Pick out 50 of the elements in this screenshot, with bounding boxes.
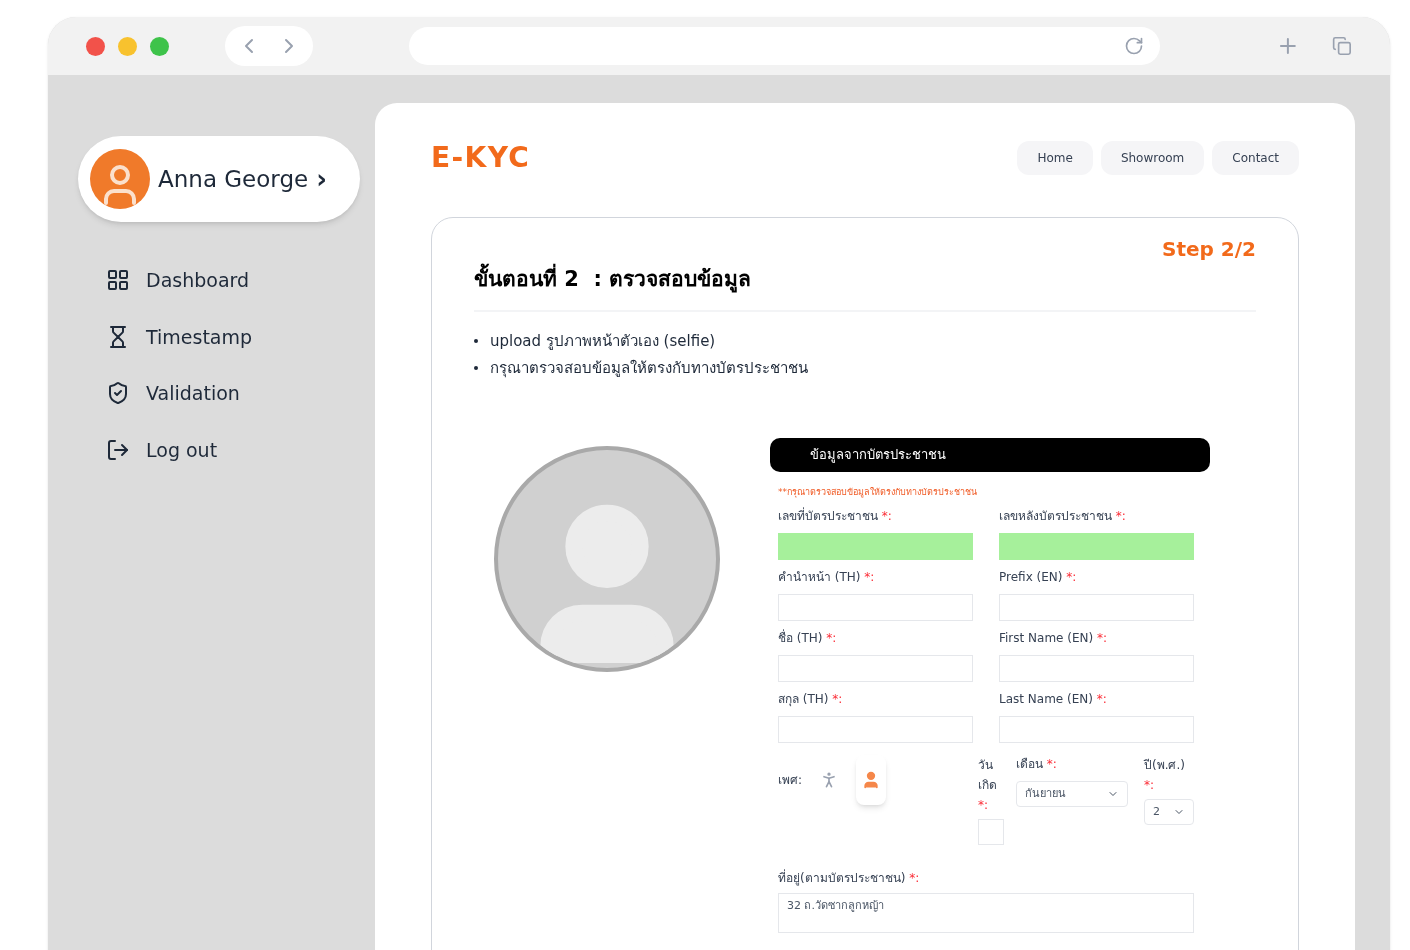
input-field[interactable]: [999, 655, 1194, 682]
logo: E-KYC: [431, 140, 531, 176]
avatar: [90, 149, 150, 209]
field-label: เลขที่บัตรประชาชน *:: [778, 507, 893, 525]
input-field[interactable]: [999, 594, 1194, 621]
input-field[interactable]: [778, 716, 973, 743]
grid-icon: [106, 268, 130, 293]
field-label: เลขหลังบัตรประชาชน *:: [999, 508, 1127, 525]
gender-label: เพศ:: [778, 772, 803, 789]
address-field[interactable]: 32 ถ.วัดซากลูกหญ้า: [778, 893, 1194, 933]
input-field[interactable]: [778, 655, 973, 682]
field-label: เดือน *:: [1016, 756, 1058, 773]
field-label: First Name (EN) *:: [999, 630, 1109, 647]
field-label: คำนำหน้า (TH) *:: [778, 569, 876, 586]
sidebar-item[interactable]: Log out: [106, 435, 375, 464]
field-label: ที่อยู่(ตามบัตรประชาชน) *:: [778, 869, 921, 887]
female-option[interactable]: [856, 755, 887, 805]
form-header: ข้อมูลจากบัตรประชาชน: [770, 437, 1210, 472]
nav-button[interactable]: Home: [1017, 141, 1093, 175]
reload-icon[interactable]: [1124, 36, 1145, 56]
profile-button[interactable]: Anna George ›: [78, 136, 360, 222]
shield-check-icon: [106, 381, 130, 406]
nav-button[interactable]: Contact: [1212, 141, 1299, 175]
chevron-text: ›: [316, 162, 327, 196]
field-label: Prefix (EN) *:: [999, 569, 1078, 586]
tabs-icon[interactable]: [1332, 36, 1352, 56]
input-field[interactable]: [999, 716, 1194, 743]
day-input[interactable]: [978, 819, 1004, 845]
field-label: วันเกิด *:: [978, 757, 998, 814]
field-label: ชื่อ (TH) *:: [778, 629, 838, 647]
field-label: ปี(พ.ศ.) *:: [1144, 757, 1186, 794]
sidebar-item[interactable]: Dashboard: [106, 266, 375, 295]
field-label: Last Name (EN) *:: [999, 691, 1108, 708]
instruction-text: upload รูปภาพหน้าตัวเอง (selfie): [490, 330, 716, 352]
bullet-icon: [474, 339, 478, 343]
logout-icon: [106, 437, 130, 462]
warning-note: **กรุณาตรวจสอบข้อมูลให้ตรงกับทางบัตรประชาชน: [778, 485, 978, 499]
field-label: สกุล (TH) *:: [778, 691, 844, 708]
year-select[interactable]: 2: [1144, 799, 1194, 825]
profile-name: Anna George: [158, 164, 309, 194]
instruction-text: กรุณาตรวจสอบข้อมูลให้ตรงกับทางบัตรประชาชน: [490, 357, 808, 380]
input-field[interactable]: [778, 594, 973, 621]
month-select[interactable]: กันยายน: [1016, 781, 1128, 807]
sidebar-item[interactable]: Validation: [106, 379, 375, 408]
step-label: Step 2/2: [1162, 236, 1256, 263]
bullet-icon: [474, 366, 478, 370]
input-field[interactable]: [999, 533, 1194, 560]
nav-button[interactable]: Showroom: [1100, 141, 1205, 175]
sidebar-item[interactable]: Timestamp: [106, 322, 375, 351]
input-field[interactable]: [778, 533, 973, 560]
